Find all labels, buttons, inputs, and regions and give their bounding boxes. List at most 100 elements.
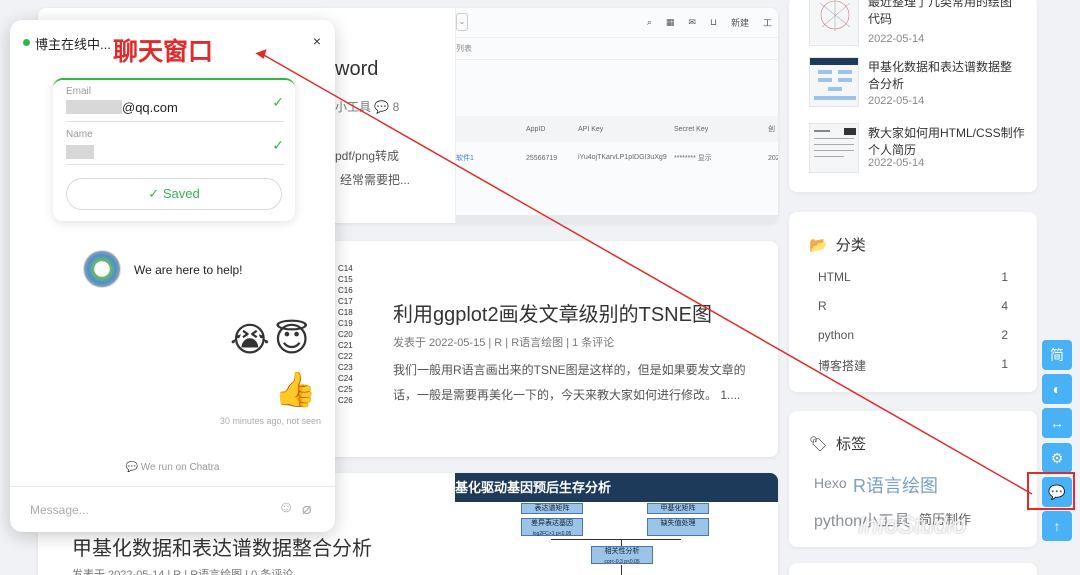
recent-post-2[interactable]: 甲基化数据和表达谱数据整 合分析 2022-05-14 [809,57,1029,107]
tags-title: 标签 [836,436,867,453]
flow-box: 相关性分析 cor<-0.3 p<0.05 [591,546,653,565]
toggle-width-button[interactable]: ↔ [1042,408,1072,438]
thumb-table-header: AppID API Key Secret Key 创 [456,116,778,142]
post-thumbnail-app-console: ⌄ ⌕ ▦ ✉ ⊔ 新建 工 列表 AppID API Key Secret K… [455,8,778,223]
comment-icon: 💬 [374,100,390,114]
chat-status-text: 博主在线中... [35,37,111,52]
post2-excerpt-2: 话，一般是需要再美化一下的，今天来教大家如何进行修改。 1.... [393,388,741,402]
flow-box: 缺失值处理 [647,518,709,536]
recent-post-1-title-l2: 代码 [868,12,893,26]
thumb-tab: 列表 [456,38,778,60]
recent-post-1-title[interactable]: 最近整理了几类常用的绘图 代码 [868,0,1030,28]
recent-post-3[interactable]: 教大家如何用HTML/CSS制作 个人简历 2022-05-14 [809,123,1029,173]
simplified-chinese-button[interactable]: 简 [1042,340,1072,370]
network-graph-icon [819,0,851,31]
recent-posts-widget: 最近整理了几类常用的绘图 代码 2022-05-14 甲基化数据和表达谱数据整 合分… [789,0,1037,192]
email-domain: @qq.com [122,100,178,115]
post-thumbnail-flowchart: 基化驱动基因预后生存分析 表达谱矩阵 差异表达基因 log2FC>1 p<0.05… [455,473,778,575]
name-field[interactable]: Name ✓ [66,123,284,165]
categories-heading: 📂 分类 [809,234,866,255]
message-composer[interactable]: Message... ☺ ⌀ [10,486,335,532]
thumb-row-appid: 25566719 [526,154,558,162]
emoji-icon[interactable]: ☺ [278,499,294,517]
tag-hexo[interactable]: Hexo [814,475,847,491]
flow-line [621,565,622,575]
flow-line [621,539,622,546]
tags-heading: 🏷 标签 [809,433,866,454]
annotation-label: 聊天窗口 [113,38,214,66]
thumb-topbar: ⌕ ▦ ✉ ⊔ 新建 工 [456,8,778,38]
tag-r-plot[interactable]: R语言绘图 [853,472,938,498]
category-item-html[interactable]: HTML 1 [818,270,1008,284]
tags-icon: 🏷 [809,436,829,453]
thumb-col-apikey: API Key [578,125,604,133]
category-count: 1 [1001,270,1008,284]
thumb-row-last: 202 [768,154,778,162]
post2-title[interactable]: 利用ggplot2画发文章级别的TSNE图 [393,298,712,327]
gear-icon: ⚙ [1050,449,1064,466]
flow-box: 甲基化矩阵 [647,503,709,514]
recent-post-3-title-l2: 个人简历 [868,143,917,157]
online-status-dot [23,39,30,46]
chat-window: 博主在线中... × Email @qq.com ✓ Name ✓ ✓ Save… [10,20,335,532]
thumb-table-row: 软件1 25566719 iYu4ojTKarvLP1pIDGI3uXg9 **… [456,142,778,174]
thumb-col-appid: AppID [526,125,546,133]
message-input[interactable]: Message... [30,503,89,517]
post1-excerpt-1: pdf/png转成 [335,149,400,163]
post3-title[interactable]: 甲基化数据和表达谱数据整合分析 [72,532,372,561]
category-name: 博客搭建 [818,359,867,373]
post1-title-fragment[interactable]: word [335,58,378,81]
category-item-python[interactable]: python 2 [818,328,1008,342]
post1-text-area: word 小工具 💬 8 pdf/png转成 经常需要把... [335,8,455,223]
post1-meta-tag[interactable]: 小工具 [335,100,371,114]
thumbs-up-emoji: 👍 [274,371,317,409]
post1-excerpt-2: 经常需要把... [340,173,411,187]
back-to-top-button[interactable]: ↑ [1042,511,1072,541]
close-icon[interactable]: × [313,33,321,49]
flow-header: 基化驱动基因预后生存分析 [455,473,778,502]
recent-post-1[interactable]: 最近整理了几类常用的绘图 代码 2022-05-14 [809,0,1029,50]
recent-post-2-title[interactable]: 甲基化数据和表达谱数据整 合分析 [868,59,1030,93]
sidebar-next-widget [789,563,1037,575]
thumb-label-new: 新建 [730,18,749,28]
flow-box-label: 相关性分析 [604,548,640,555]
category-item-r[interactable]: R4 [818,299,1008,313]
halo-emoji: 😇 [274,321,310,359]
category-item-blog[interactable]: 博客搭建 1 [818,357,1008,374]
recent-thumb-flowchart [809,57,859,107]
category-count: 1 [1001,357,1008,371]
category-count: 4 [1001,299,1008,313]
recent-post-2-title-l1: 甲基化数据和表达谱数据整 [868,60,1013,74]
powered-by-text: We run on Chatra [140,462,220,473]
email-field[interactable]: Email @qq.com ✓ [66,80,284,122]
saved-button[interactable]: ✓ Saved [66,178,282,210]
powered-by[interactable]: 💬 We run on Chatra [10,462,335,473]
folder-open-icon: 📂 [809,237,828,254]
post1-meta: 小工具 💬 8 [335,98,399,115]
cart-icon: ⊔ [709,17,717,27]
check-icon: ✓ [272,94,284,110]
chat-bubble-icon: 💬 [125,462,138,473]
recent-post-3-title-l1: 教大家如何用HTML/CSS制作 [868,126,1025,140]
arrow-up-icon: ↑ [1053,518,1061,534]
paperclip-icon[interactable]: ⌀ [302,499,312,519]
settings-button[interactable]: ⚙ [1042,443,1072,473]
watermark: InfoStudio [858,512,967,539]
dark-mode-button[interactable]: ◐ [1042,374,1072,404]
recent-post-3-title[interactable]: 教大家如何用HTML/CSS制作 个人简历 [868,125,1030,159]
contact-form: Email @qq.com ✓ Name ✓ ✓ Saved [53,78,295,221]
recent-post-3-date: 2022-05-14 [868,157,925,169]
recent-post-2-date: 2022-05-14 [868,95,925,107]
category-count: 2 [1001,328,1008,342]
name-label: Name [66,129,93,140]
thumb-col-secret: Secret Key [674,125,709,133]
contrast-icon: ◐ [1052,381,1062,397]
thumb-col-created: 创 [768,126,775,133]
annotation-highlight-box [1027,472,1075,510]
mail-icon: ✉ [688,17,696,27]
grid-icon: ▦ [665,17,675,27]
agent-avatar [83,250,121,288]
flow-box-sub: log2FC>1 p<0.05 [532,531,572,537]
thumb-row-secret: ******** 显示 [674,155,712,162]
post3-meta: 发表于 2022-05-14 | R | R语言绘图 | 0 条评论 [72,569,294,575]
